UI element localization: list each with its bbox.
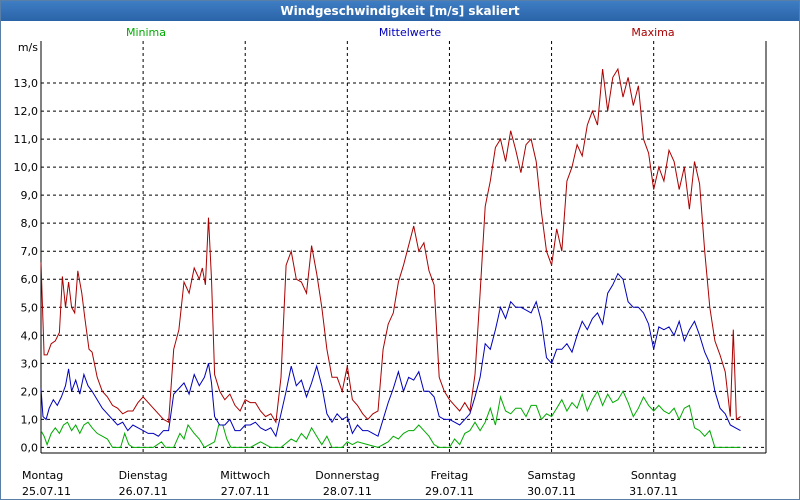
day-name-label: Freitag (431, 469, 469, 482)
day-name-label: Samstag (527, 469, 575, 482)
day-name-label: Mittwoch (220, 469, 270, 482)
day-date-label: 26.07.11 (119, 485, 168, 498)
legend-label-minima: Minima (126, 26, 166, 39)
y-tick-label: 13,0 (14, 77, 39, 90)
day-date-label: 29.07.11 (425, 485, 474, 498)
y-tick-label: 3,0 (21, 357, 39, 370)
y-axis-unit-label: m/s (18, 41, 38, 54)
day-date-label: 27.07.11 (221, 485, 270, 498)
y-tick-label: 9,0 (21, 189, 39, 202)
day-date-label: 28.07.11 (323, 485, 372, 498)
series-lines (40, 67, 741, 449)
wind-speed-chart: 0,0 1,0 2,0 3,0 4,0 5,0 6,0 7,0 8,0 9,0 10,0 11,0 12… (14, 26, 767, 498)
y-tick-label: 4,0 (21, 329, 39, 342)
series-line-mittelwerte (40, 272, 741, 438)
day-date-label: 25.07.11 (22, 485, 71, 498)
day-name-label: Donnerstag (315, 469, 379, 482)
y-tick-label: 2,0 (21, 385, 39, 398)
chart-window: Windgeschwindigkeit [m/s] skaliert 0,0 1,… (0, 0, 800, 500)
labels: 0,0 1,0 2,0 3,0 4,0 5,0 6,0 7,0 8,0 9,0 10,0 11,0 12… (14, 26, 679, 498)
series-line-maxima (40, 67, 741, 424)
y-tick-label: 8,0 (21, 217, 39, 230)
day-name-label: Sonntag (631, 469, 677, 482)
window-title: Windgeschwindigkeit [m/s] skaliert (1, 1, 799, 21)
legend-label-maxima: Maxima (631, 26, 674, 39)
y-tick-label: 0,0 (21, 441, 39, 454)
day-date-label: 31.07.11 (629, 485, 678, 498)
day-name-label: Dienstag (119, 469, 168, 482)
day-date-label: 30.07.11 (527, 485, 576, 498)
y-tick-label: 11,0 (14, 133, 39, 146)
y-tick-label: 12,0 (14, 105, 39, 118)
y-tick-label: 6,0 (21, 273, 39, 286)
legend-label-mittelwerte: Mittelwerte (379, 26, 442, 39)
y-tick-label: 10,0 (14, 161, 39, 174)
y-tick-label: 7,0 (21, 245, 39, 258)
day-name-label: Montag (22, 469, 63, 482)
y-tick-label: 5,0 (21, 301, 39, 314)
y-tick-label: 1,0 (21, 413, 39, 426)
